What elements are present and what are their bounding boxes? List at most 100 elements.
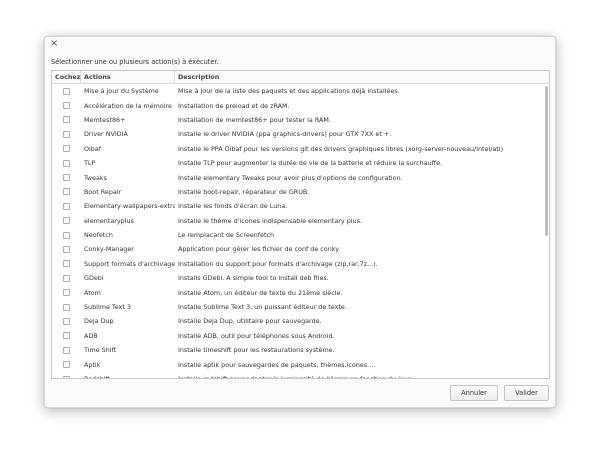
row-checkbox[interactable] bbox=[63, 159, 70, 167]
row-checkbox[interactable] bbox=[63, 245, 70, 253]
row-checkbox-cell bbox=[52, 300, 81, 314]
row-action-name: Accélération de la mémoire bbox=[84, 101, 172, 110]
row-checkbox[interactable] bbox=[63, 217, 70, 225]
row-action-name: ADB bbox=[84, 331, 98, 340]
row-checkbox[interactable] bbox=[63, 375, 70, 378]
row-description: Application pour gérer les fichier de co… bbox=[178, 245, 340, 254]
row-action-name: Tweaks bbox=[84, 173, 107, 182]
row-checkbox[interactable] bbox=[63, 202, 70, 210]
row-checkbox[interactable] bbox=[63, 332, 70, 340]
row-checkbox[interactable] bbox=[63, 102, 70, 110]
row-checkbox-cell bbox=[52, 271, 81, 285]
row-checkbox[interactable] bbox=[63, 346, 70, 354]
row-action-name: Atom bbox=[84, 288, 101, 297]
row-checkbox[interactable] bbox=[63, 361, 70, 369]
row-checkbox-cell bbox=[52, 214, 81, 228]
table-row[interactable]: Mise à jour du Système Mise à jour de la … bbox=[52, 84, 549, 98]
table-header: Cochez Actions Description bbox=[52, 71, 549, 84]
row-description: Le remplacant de Screenfetch bbox=[178, 231, 275, 240]
table-row[interactable]: Driver NVIDIA Installe le driver NVIDIA (… bbox=[52, 127, 549, 141]
cancel-button[interactable]: Annuler bbox=[450, 385, 498, 401]
column-header-check[interactable]: Cochez bbox=[52, 71, 81, 83]
table-row[interactable]: Accélération de la mémoire Installation d… bbox=[52, 98, 549, 112]
row-checkbox[interactable] bbox=[63, 130, 70, 138]
row-action-name: Redshift bbox=[84, 375, 110, 379]
row-description: Installation de preload et de zRAM. bbox=[178, 101, 290, 110]
table-row[interactable]: GDebi Installs GDebi. A simple tool to in… bbox=[52, 271, 549, 285]
row-checkbox-cell bbox=[52, 113, 81, 127]
table-row[interactable]: TLP Installe TLP pour augmenter la durée … bbox=[52, 156, 549, 170]
table-row[interactable]: Memtest86+ Installation de memtest86+ pou… bbox=[52, 113, 549, 127]
validate-button[interactable]: Valider bbox=[504, 385, 549, 401]
row-checkbox[interactable] bbox=[63, 274, 70, 282]
row-description: Installe timeshift pour les restauration… bbox=[178, 346, 335, 355]
row-checkbox-cell bbox=[52, 127, 81, 141]
actions-table: Cochez Actions Description Mise à jour d… bbox=[51, 70, 550, 379]
row-checkbox[interactable] bbox=[63, 317, 70, 325]
row-action-name: Oibaf bbox=[84, 144, 102, 153]
table-row[interactable]: Boot Repair Installe boot-repair, réparat… bbox=[52, 185, 549, 199]
row-checkbox[interactable] bbox=[63, 231, 70, 239]
row-action-name: Aptik bbox=[84, 360, 101, 369]
row-checkbox[interactable] bbox=[63, 289, 70, 297]
table-row[interactable]: elementaryplus Installe le thème d'icones… bbox=[52, 214, 549, 228]
row-action-name: Conky-Manager bbox=[84, 245, 134, 254]
row-checkbox[interactable] bbox=[63, 116, 70, 124]
table-row[interactable]: Support formats d'archivage Installation … bbox=[52, 257, 549, 271]
table-row[interactable]: Time Shift Installe timeshift pour les re… bbox=[52, 343, 549, 357]
row-action-name: Boot Repair bbox=[84, 187, 122, 196]
row-action-name: elementaryplus bbox=[84, 216, 134, 225]
table-row[interactable]: Atom Installe Atom, un éditeur de texte d… bbox=[52, 285, 549, 299]
close-icon[interactable]: × bbox=[50, 38, 58, 50]
row-checkbox-cell bbox=[52, 142, 81, 156]
table-row[interactable]: Neofetch Le remplacant de Screenfetch bbox=[52, 228, 549, 242]
table-row[interactable]: Deja Dup Installe Deja Dup, utilitaire po… bbox=[52, 314, 549, 328]
row-action-name: Sublime Text 3 bbox=[84, 303, 131, 312]
row-action-name: TLP bbox=[84, 159, 96, 168]
row-description: Installation du support pour formats d'a… bbox=[178, 259, 378, 268]
row-description: Installe Sublime Text 3, un puissant édi… bbox=[178, 303, 347, 312]
row-checkbox-cell bbox=[52, 285, 81, 299]
row-action-name: Driver NVIDIA bbox=[84, 130, 128, 139]
row-checkbox[interactable] bbox=[63, 260, 70, 268]
column-header-actions[interactable]: Actions bbox=[81, 71, 175, 83]
row-checkbox-cell bbox=[52, 228, 81, 242]
row-checkbox-cell bbox=[52, 343, 81, 357]
table-row[interactable]: Sublime Text 3 Installe Sublime Text 3, u… bbox=[52, 300, 549, 314]
row-checkbox-cell bbox=[52, 185, 81, 199]
row-description: Installe le driver NVIDIA (ppa graphics-… bbox=[178, 130, 392, 139]
row-checkbox[interactable] bbox=[63, 303, 70, 311]
row-checkbox-cell bbox=[52, 242, 81, 256]
row-checkbox[interactable] bbox=[63, 188, 70, 196]
table-row[interactable]: ADB Installe ADB, outil pour téléphones s… bbox=[52, 329, 549, 343]
row-description: Installe elementary Tweaks pour avoir pl… bbox=[178, 173, 403, 182]
row-description: Installe TLP pour augmenter la durée de … bbox=[178, 159, 443, 168]
row-action-name: Deja Dup bbox=[84, 317, 114, 326]
row-description: Installe le PPA Oibaf pour les versions … bbox=[178, 144, 504, 153]
row-action-name: Support formats d'archivage bbox=[84, 259, 175, 268]
table-row[interactable]: Aptik Installe aptik pour sauvegardes de … bbox=[52, 357, 549, 371]
row-checkbox[interactable] bbox=[63, 145, 70, 153]
row-description: Mise à jour de la liste des paquets et d… bbox=[178, 87, 400, 96]
row-action-name: GDebi bbox=[84, 274, 104, 283]
row-checkbox[interactable] bbox=[63, 87, 70, 95]
dialog-prompt: Sélectionner une ou plusieurs action(s) … bbox=[51, 58, 219, 66]
table-row[interactable]: Elementary-wallpapers-extra Installe les … bbox=[52, 199, 549, 213]
row-checkbox-cell bbox=[52, 156, 81, 170]
table-row[interactable]: Redshift Installe redshift pour adapter l… bbox=[52, 372, 549, 379]
row-checkbox-cell bbox=[52, 329, 81, 343]
column-header-description[interactable]: Description bbox=[175, 71, 549, 83]
row-description: Installe ADB, outil pour téléphones sous… bbox=[178, 331, 335, 340]
row-description: Installe les fonds d'écran de Luna. bbox=[178, 202, 288, 211]
table-row[interactable]: Oibaf Installe le PPA Oibaf pour les vers… bbox=[52, 142, 549, 156]
row-action-name: Mise à jour du Système bbox=[84, 87, 159, 96]
row-description: Installe aptik pour sauvegardes de paque… bbox=[178, 360, 376, 369]
table-row[interactable]: Tweaks Installe elementary Tweaks pour av… bbox=[52, 170, 549, 184]
row-description: Installs GDebi. A simple tool to install… bbox=[178, 274, 329, 283]
table-scrollbar[interactable] bbox=[545, 86, 548, 236]
row-checkbox-cell bbox=[52, 314, 81, 328]
row-description: Installation de memtest86+ pour tester l… bbox=[178, 115, 331, 124]
row-checkbox-cell bbox=[52, 357, 81, 371]
table-row[interactable]: Conky-Manager Application pour gérer les … bbox=[52, 242, 549, 256]
row-checkbox[interactable] bbox=[63, 174, 70, 182]
